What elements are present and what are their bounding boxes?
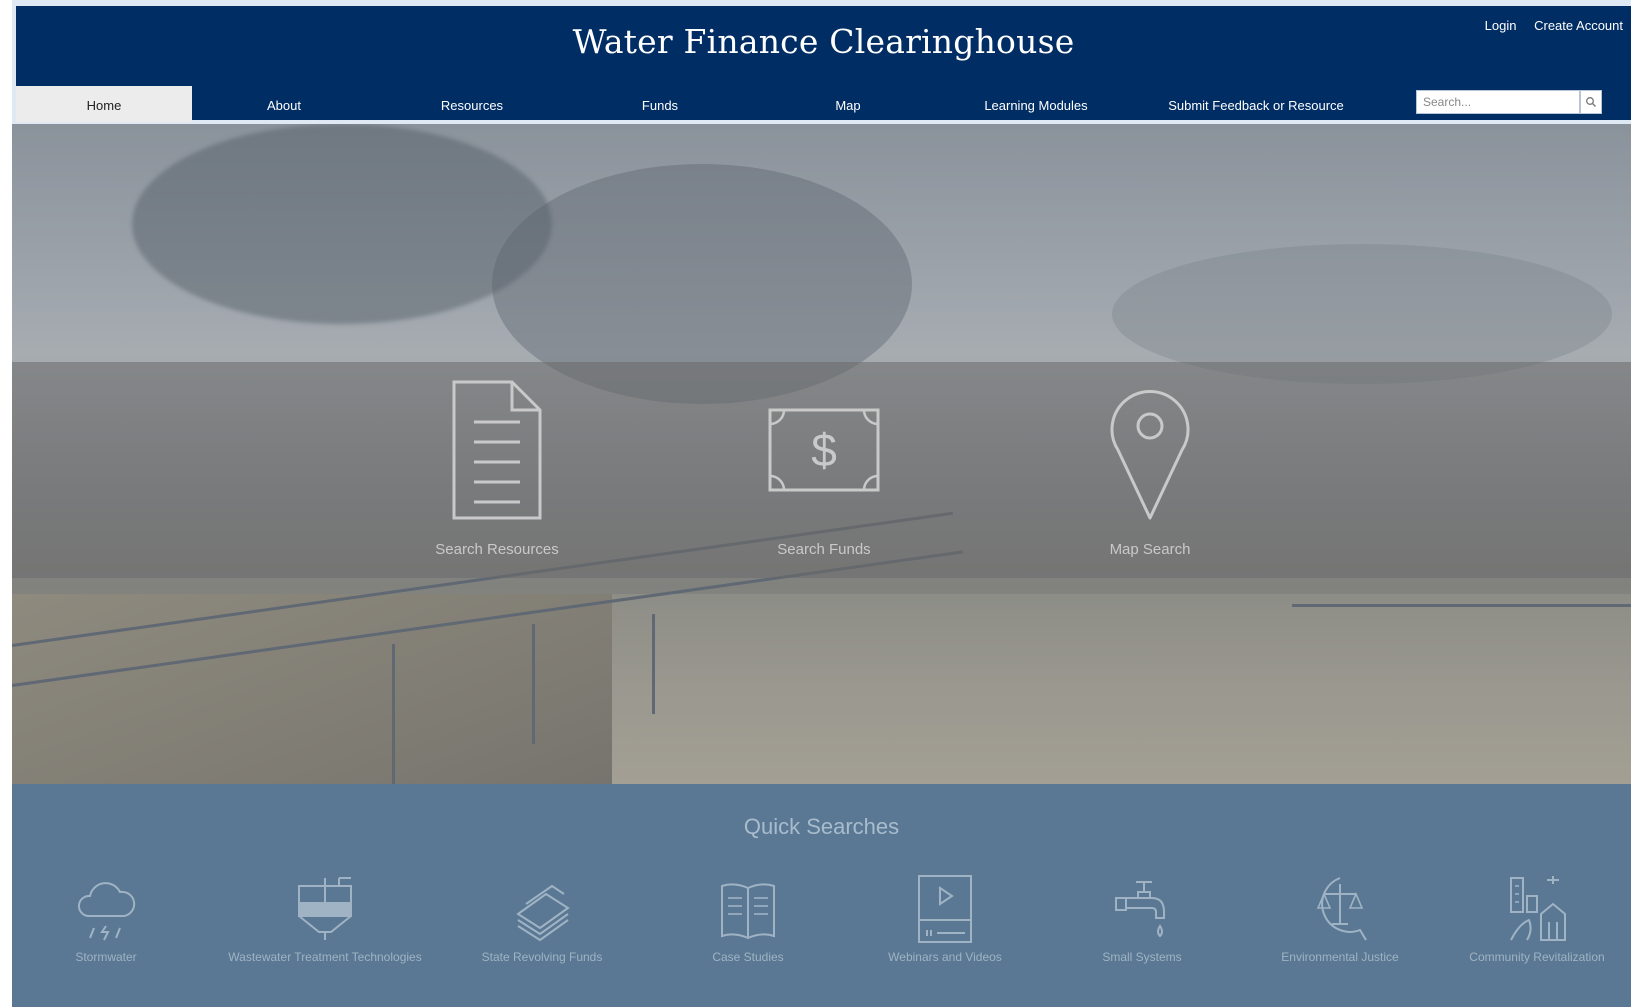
search-resources-label: Search Resources (435, 541, 559, 558)
quick-search-community-revitalization[interactable]: Community Revitalization (1437, 874, 1631, 964)
hero-post (532, 624, 535, 744)
scales-icon (1316, 877, 1367, 941)
quick-search-state-revolving-funds[interactable]: State Revolving Funds (442, 874, 642, 964)
nav-resources[interactable]: Resources (404, 86, 540, 122)
quick-search-environmental-justice[interactable]: Environmental Justice (1240, 874, 1440, 964)
site-title[interactable]: Water Finance Clearinghouse (16, 22, 1631, 61)
nav-home[interactable]: Home (16, 86, 192, 122)
quick-search-case-studies[interactable]: Case Studies (648, 874, 848, 964)
search-icon (1586, 97, 1596, 107)
rain-cloud-icon (78, 882, 136, 941)
quick-search-label: Case Studies (712, 950, 784, 964)
header-bar: Water Finance Clearinghouse Login Create… (16, 6, 1631, 122)
dollar-bill-icon: $ (768, 408, 880, 492)
quick-search-label: Small Systems (1102, 950, 1182, 964)
nav-map[interactable]: Map (780, 86, 916, 122)
main-nav: Home About Resources Funds Map Learning … (16, 86, 1631, 122)
quick-search-webinars[interactable]: Webinars and Videos (845, 874, 1045, 964)
nav-about[interactable]: About (216, 86, 352, 122)
money-stack-icon (516, 884, 570, 942)
map-search-tile[interactable]: Map Search (1050, 380, 1250, 558)
hero-cloud (132, 124, 552, 324)
map-search-label: Map Search (1109, 541, 1191, 558)
quick-search-label: Webinars and Videos (888, 950, 1002, 964)
treatment-tank-icon (298, 877, 352, 940)
quick-search-small-systems[interactable]: Small Systems (1042, 874, 1242, 964)
create-account-link[interactable]: Create Account (1534, 18, 1623, 33)
quick-search-label: Community Revitalization (1469, 950, 1605, 964)
hero-post (392, 644, 395, 784)
search-resources-tile[interactable]: Search Resources (397, 380, 597, 558)
nav-funds[interactable]: Funds (592, 86, 728, 122)
city-icon (1510, 876, 1566, 941)
nav-learning-modules[interactable]: Learning Modules (956, 86, 1116, 122)
faucet-icon (1115, 881, 1165, 938)
hero-banner: Search Resources $ Search Funds Map Sear… (12, 124, 1631, 784)
nav-submit-feedback[interactable]: Submit Feedback or Resource (1156, 86, 1356, 122)
map-pin-icon (1110, 390, 1190, 520)
quick-search-label: Wastewater Treatment Technologies (228, 950, 422, 964)
account-links: Login Create Account (1471, 18, 1623, 33)
hero-railing (1292, 604, 1631, 607)
login-link[interactable]: Login (1485, 18, 1517, 33)
video-icon (918, 875, 972, 943)
quick-search-label: Stormwater (75, 950, 137, 964)
search-input[interactable]: Search... (1416, 90, 1580, 114)
quick-search-label: Environmental Justice (1281, 950, 1399, 964)
search-funds-label: Search Funds (777, 541, 871, 558)
quick-search-stormwater[interactable]: Stormwater (6, 874, 206, 964)
quick-search-wastewater[interactable]: Wastewater Treatment Technologies (225, 874, 425, 964)
quick-search-label: State Revolving Funds (481, 950, 603, 964)
open-book-icon (721, 883, 775, 940)
svg-text:$: $ (811, 424, 837, 476)
search-button[interactable] (1580, 90, 1602, 114)
site-header: Water Finance Clearinghouse Login Create… (12, 0, 1631, 124)
document-icon (452, 380, 542, 520)
hero-post (652, 614, 655, 714)
quick-searches-title: Quick Searches (743, 814, 900, 839)
hero-water (612, 594, 1631, 784)
quick-searches-section: Quick Searches Stormwater Wastewater Tre… (12, 784, 1631, 1007)
search-funds-tile[interactable]: $ Search Funds (724, 380, 924, 558)
